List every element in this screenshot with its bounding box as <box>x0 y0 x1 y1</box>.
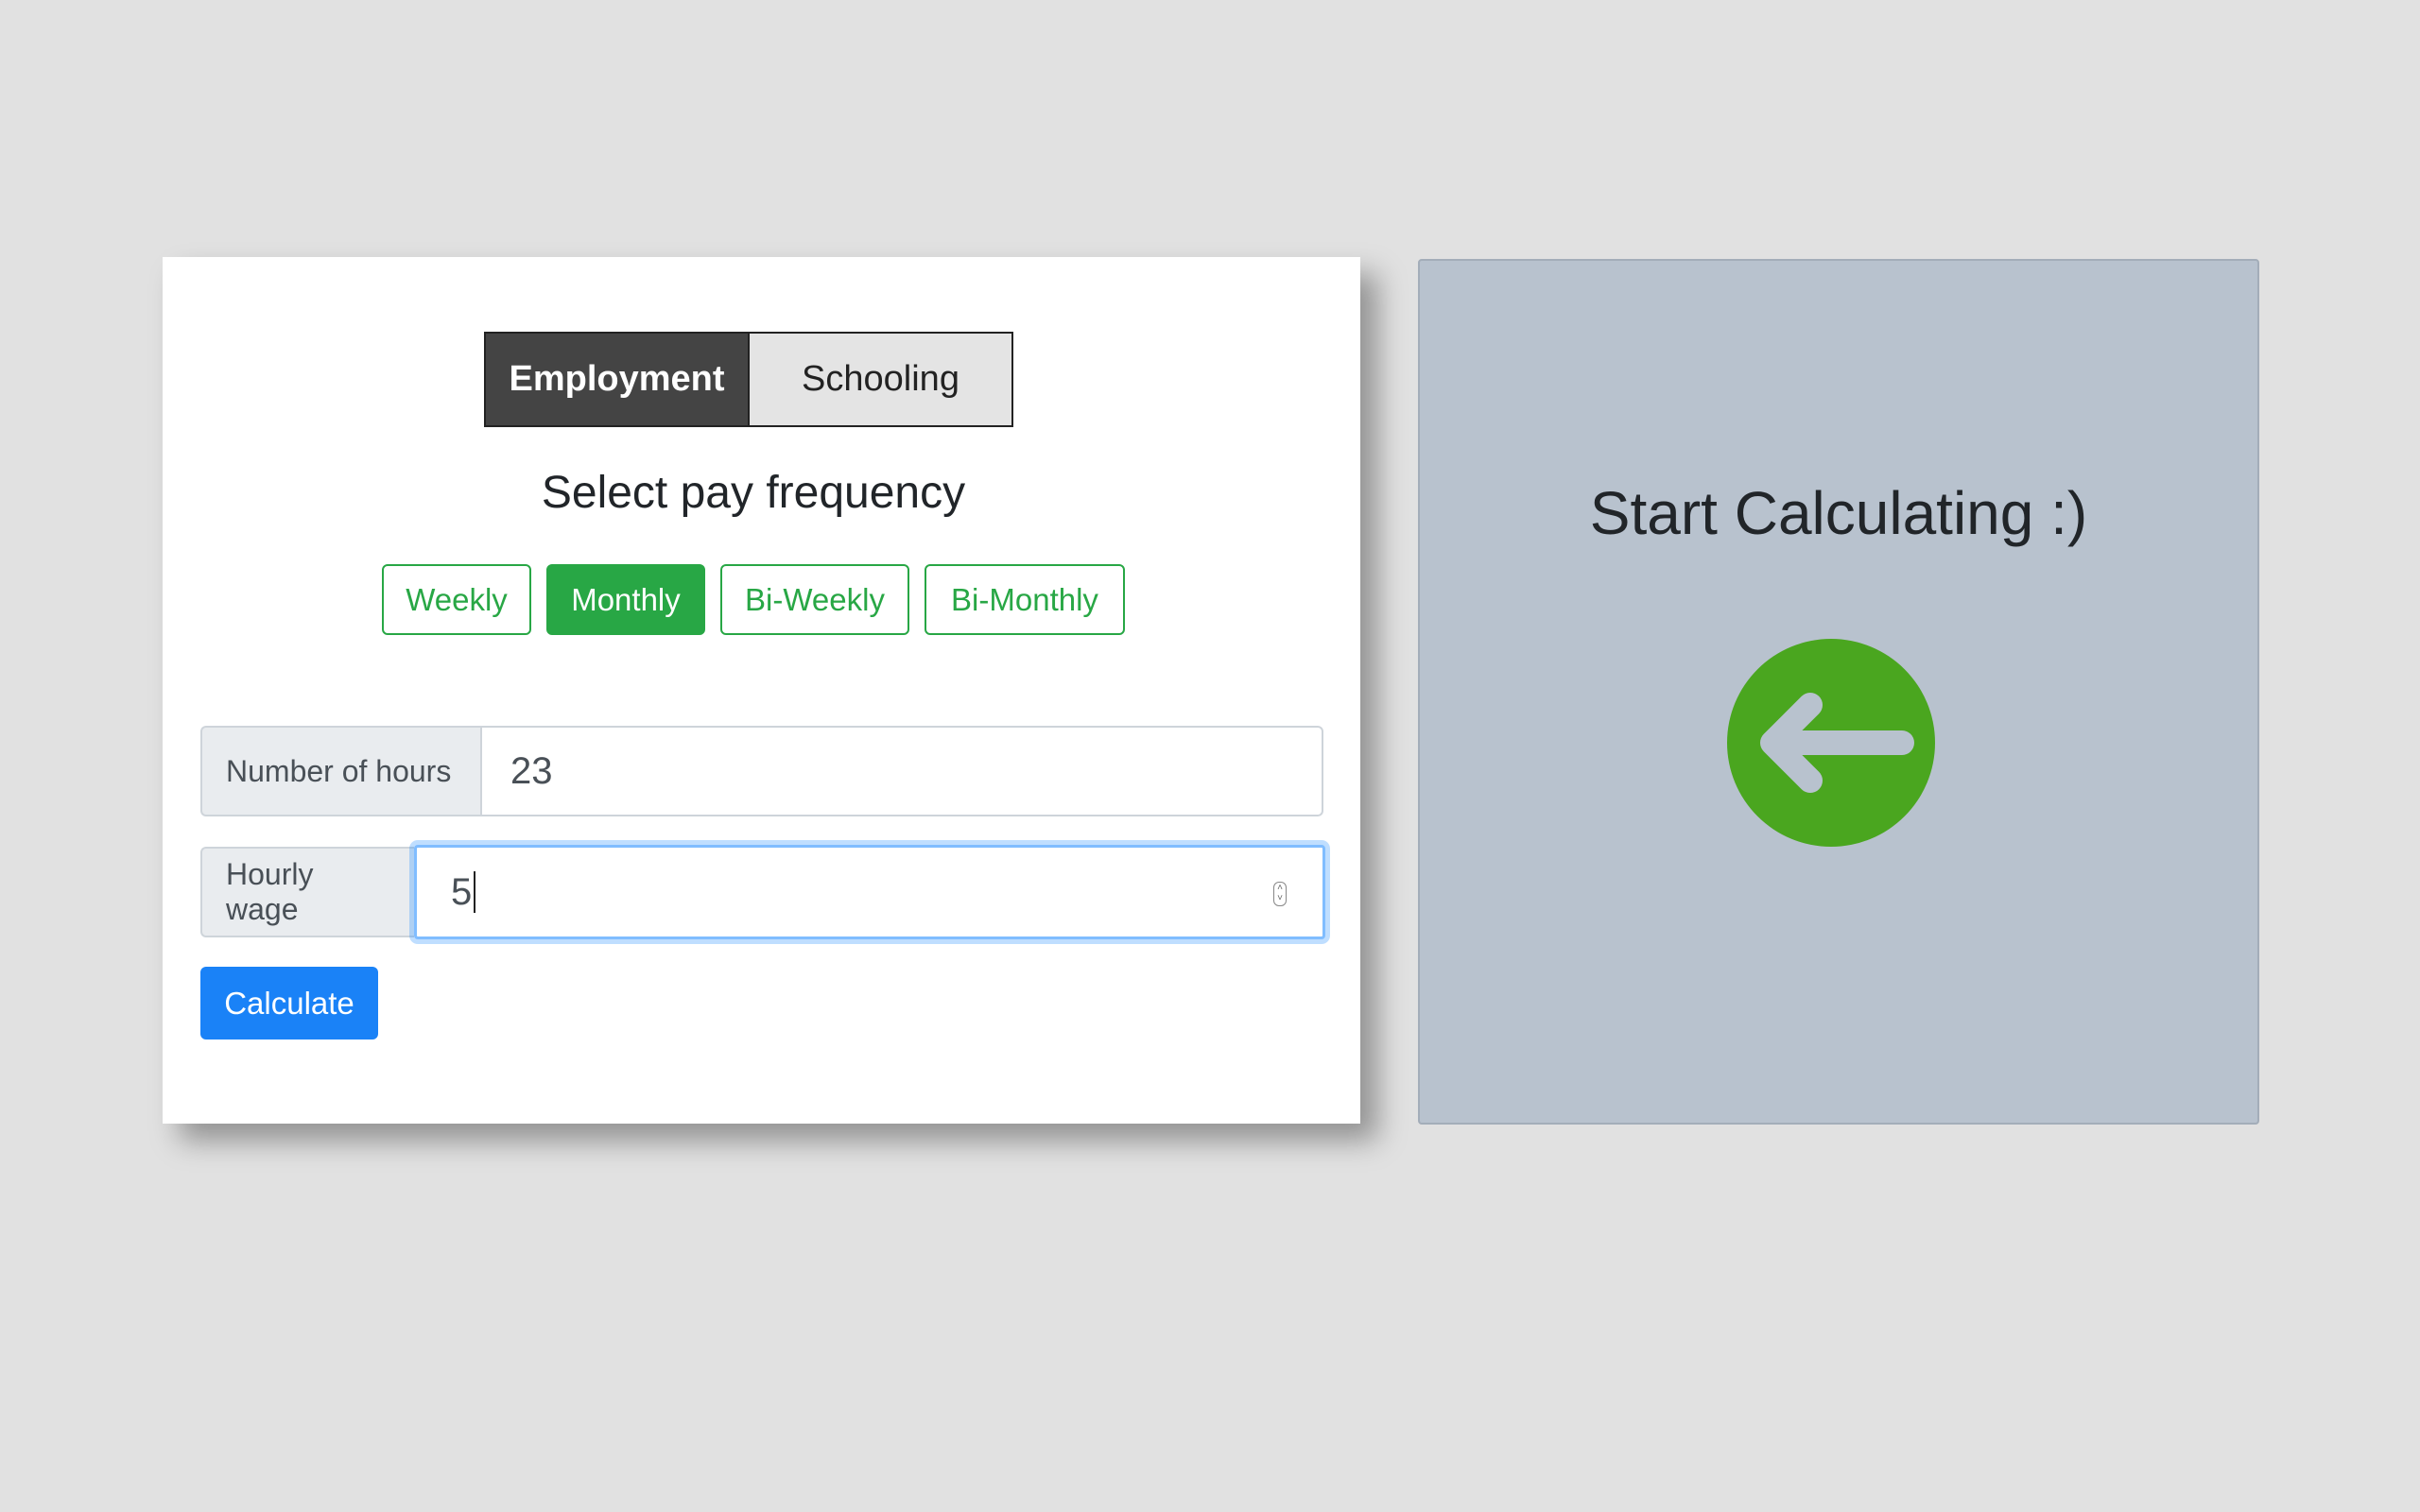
tab-employment[interactable]: Employment <box>486 334 750 425</box>
number-spinner-icon[interactable]: ˄ ˅ <box>1273 882 1287 906</box>
frequency-bi-weekly-button[interactable]: Bi-Weekly <box>720 564 909 635</box>
text-caret <box>474 871 476 913</box>
calculate-button[interactable]: Calculate <box>200 967 378 1040</box>
hours-label: Number of hours <box>200 726 480 816</box>
pay-frequency-options: Weekly Monthly Bi-Weekly Bi-Monthly <box>382 564 1125 635</box>
arrow-left-circle-icon <box>1727 639 1935 847</box>
frequency-weekly-button[interactable]: Weekly <box>382 564 531 635</box>
result-panel: Start Calculating :) <box>1418 259 2259 1125</box>
wage-label: Hourly wage <box>200 847 414 937</box>
wage-value: 5 <box>451 870 473 913</box>
wage-input[interactable]: 5 ˄ ˅ <box>414 845 1325 939</box>
hours-value: 23 <box>510 749 553 792</box>
hours-input[interactable]: 23 <box>480 726 1323 816</box>
result-heading: Start Calculating :) <box>1589 479 2088 547</box>
tab-schooling[interactable]: Schooling <box>750 334 1011 425</box>
frequency-bi-monthly-button[interactable]: Bi-Monthly <box>925 564 1125 635</box>
hours-input-group: Number of hours 23 <box>200 726 1323 816</box>
wage-input-group: Hourly wage 5 ˄ ˅ <box>200 845 1325 939</box>
pay-frequency-heading: Select pay frequency <box>541 468 966 518</box>
frequency-monthly-button[interactable]: Monthly <box>546 564 705 635</box>
calculator-form-card: Employment Schooling Select pay frequenc… <box>163 257 1360 1124</box>
mode-toggle: Employment Schooling <box>484 332 1013 427</box>
